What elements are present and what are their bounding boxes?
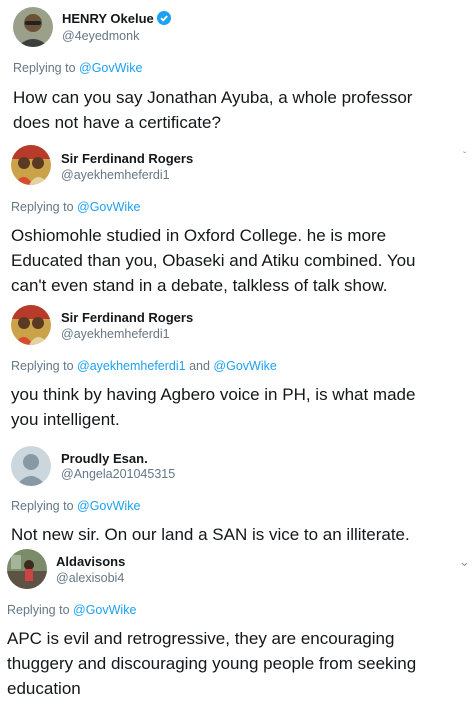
replying-to: Replying to @GovWike — [11, 499, 141, 513]
mention-link[interactable]: @GovWike — [79, 61, 142, 75]
tweet-text: APC is evil and retrogressive, they are … — [7, 629, 417, 698]
replying-to: Replying to @GovWike — [7, 603, 137, 617]
tweet-text: you think by having Agbero voice in PH, … — [11, 385, 416, 429]
verified-badge-icon — [156, 11, 171, 25]
chevron-down-icon[interactable]: ⌄ — [459, 554, 470, 570]
avatar[interactable] — [11, 446, 51, 486]
avatar[interactable] — [13, 7, 53, 47]
mention-link[interactable]: @GovWike — [73, 603, 136, 617]
user-handle[interactable]: @4eyedmonk — [62, 29, 139, 43]
user-handle[interactable]: @alexisobi4 — [56, 571, 124, 585]
tweet-text: Not new sir. On our land a SAN is vice t… — [11, 525, 410, 544]
display-name[interactable]: Sir Ferdinand Rogers — [61, 310, 193, 325]
replying-to: Replying to @GovWike — [11, 200, 141, 214]
avatar[interactable] — [11, 305, 51, 345]
mention-link[interactable]: @ayekhemheferdi1 — [77, 359, 186, 373]
replying-to: Replying to @ayekhemheferdi1 and @GovWik… — [11, 359, 277, 373]
tweet-text: Oshiomohle studied in Oxford College. he… — [11, 226, 416, 295]
display-name[interactable]: Proudly Esan. — [61, 451, 148, 466]
avatar[interactable] — [11, 145, 51, 185]
mention-link[interactable]: @GovWike — [77, 499, 140, 513]
mention-link[interactable]: @GovWike — [77, 200, 140, 214]
user-handle[interactable]: @ayekhemheferdi1 — [61, 168, 170, 182]
mention-link[interactable]: @GovWike — [213, 359, 276, 373]
user-handle[interactable]: @Angela201045315 — [61, 467, 175, 481]
display-name[interactable]: Aldavisons — [56, 554, 125, 569]
tweet-text: How can you say Jonathan Ayuba, a whole … — [13, 88, 413, 132]
avatar[interactable] — [7, 549, 47, 589]
display-name[interactable]: Sir Ferdinand Rogers — [61, 151, 193, 166]
replying-to: Replying to @GovWike — [13, 61, 143, 75]
display-name[interactable]: HENRY Okelue — [62, 11, 171, 26]
chevron-down-icon[interactable]: ˇ — [463, 151, 466, 162]
user-handle[interactable]: @ayekhemheferdi1 — [61, 327, 170, 341]
